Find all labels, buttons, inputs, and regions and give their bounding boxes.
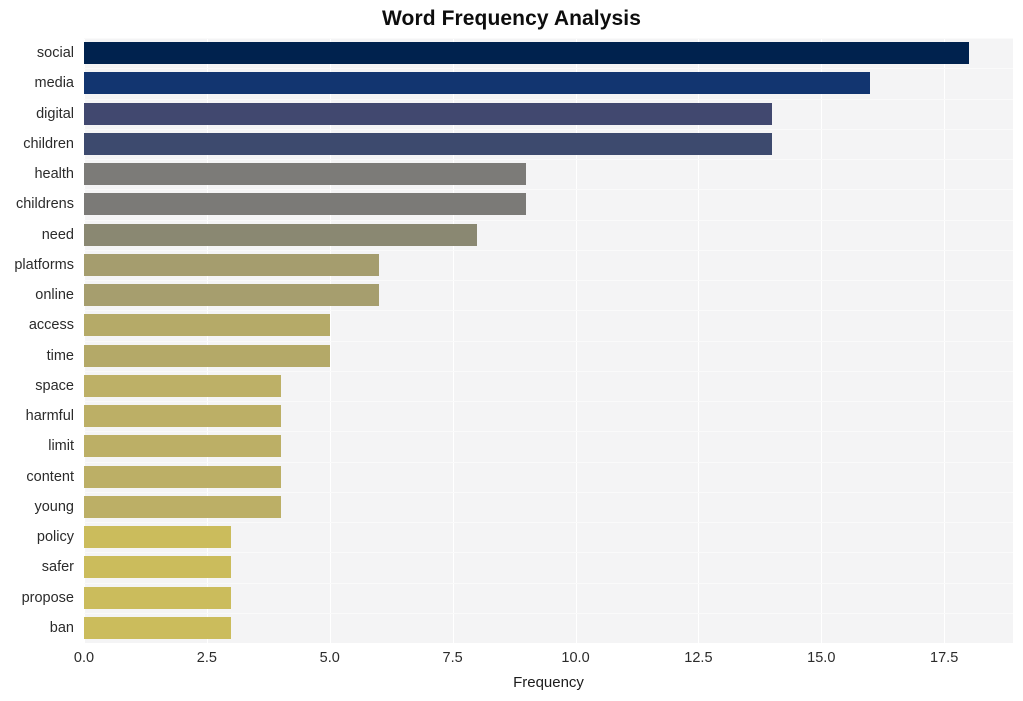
gridline-horizontal xyxy=(84,371,1013,372)
bar-row[interactable] xyxy=(84,465,1013,488)
bar-row[interactable] xyxy=(84,495,1013,518)
y-tick-label: policy xyxy=(36,529,74,546)
y-tick-label: safer xyxy=(41,559,74,576)
gridline-horizontal xyxy=(84,462,1013,463)
bar-row[interactable] xyxy=(84,253,1013,276)
y-tick-label: propose xyxy=(21,589,74,606)
gridline-horizontal xyxy=(84,552,1013,553)
y-tick-label: children xyxy=(23,135,74,152)
bar-row[interactable] xyxy=(84,586,1013,609)
x-axis-title: Frequency xyxy=(513,674,584,691)
bar[interactable] xyxy=(84,344,330,367)
bar-row[interactable] xyxy=(84,405,1013,428)
y-tick-label: content xyxy=(26,468,74,485)
bar-row[interactable] xyxy=(84,193,1013,216)
bar[interactable] xyxy=(84,102,773,125)
x-tick-label: 15.0 xyxy=(807,650,836,666)
bar-row[interactable] xyxy=(84,314,1013,337)
gridline-horizontal xyxy=(84,613,1013,614)
bar-row[interactable] xyxy=(84,132,1013,155)
gridline-horizontal xyxy=(84,250,1013,251)
chart-figure: Word Frequency Analysis social media digit… xyxy=(0,0,1023,701)
y-tick-label: childrens xyxy=(15,196,74,213)
gridline-horizontal xyxy=(84,189,1013,190)
bar[interactable] xyxy=(84,556,232,579)
bar[interactable] xyxy=(84,405,281,428)
bar-row[interactable] xyxy=(84,223,1013,246)
gridline-horizontal xyxy=(84,38,1013,39)
gridline-horizontal xyxy=(84,68,1013,69)
y-tick-label: online xyxy=(35,287,74,304)
x-tick-label: 0.0 xyxy=(73,650,95,666)
x-tick-label: 12.5 xyxy=(684,650,713,666)
x-tick-label: 2.5 xyxy=(196,650,217,666)
bar[interactable] xyxy=(84,284,379,307)
bar[interactable] xyxy=(84,314,330,337)
gridline-horizontal xyxy=(84,220,1013,221)
y-tick-label: health xyxy=(34,166,74,183)
bar-row[interactable] xyxy=(84,526,1013,549)
gridline-horizontal xyxy=(84,522,1013,523)
plot-area xyxy=(84,38,1013,643)
bar[interactable] xyxy=(84,495,281,518)
y-tick-label: space xyxy=(35,377,74,394)
bar[interactable] xyxy=(84,42,969,65)
y-tick-label: young xyxy=(34,498,74,515)
bar[interactable] xyxy=(84,435,281,458)
y-tick-label: digital xyxy=(36,105,74,122)
bar[interactable] xyxy=(84,193,527,216)
bar-row[interactable] xyxy=(84,616,1013,639)
bar-row[interactable] xyxy=(84,284,1013,307)
bar[interactable] xyxy=(84,374,281,397)
x-tick-label: 7.5 xyxy=(442,650,463,666)
bar[interactable] xyxy=(84,72,871,95)
y-tick-label: platforms xyxy=(14,256,74,273)
y-tick-label: harmful xyxy=(25,408,74,425)
bar-row[interactable] xyxy=(84,374,1013,397)
gridline-horizontal xyxy=(84,401,1013,402)
x-tick-label: 5.0 xyxy=(319,650,340,666)
bar[interactable] xyxy=(84,253,379,276)
bar-row[interactable] xyxy=(84,435,1013,458)
bar[interactable] xyxy=(84,223,478,246)
y-tick-label: social xyxy=(36,45,74,62)
gridline-horizontal xyxy=(84,583,1013,584)
bar-row[interactable] xyxy=(84,102,1013,125)
bar[interactable] xyxy=(84,586,232,609)
bar-row[interactable] xyxy=(84,556,1013,579)
y-tick-label: media xyxy=(34,75,75,92)
y-tick-label: need xyxy=(41,226,74,243)
y-tick-label: time xyxy=(46,347,74,364)
gridline-horizontal xyxy=(84,431,1013,432)
gridline-horizontal xyxy=(84,129,1013,130)
gridline-horizontal xyxy=(84,159,1013,160)
bar[interactable] xyxy=(84,526,232,549)
x-tick-label: 10.0 xyxy=(561,650,590,666)
x-tick-label: 17.5 xyxy=(930,650,959,666)
gridline-horizontal xyxy=(84,341,1013,342)
gridline-horizontal xyxy=(84,310,1013,311)
bar[interactable] xyxy=(84,132,773,155)
bar-row[interactable] xyxy=(84,163,1013,186)
bar[interactable] xyxy=(84,616,232,639)
bar-row[interactable] xyxy=(84,42,1013,65)
gridline-horizontal xyxy=(84,99,1013,100)
y-tick-label: access xyxy=(28,317,74,334)
gridline-horizontal xyxy=(84,280,1013,281)
y-tick-label: ban xyxy=(49,619,74,636)
chart-title: Word Frequency Analysis xyxy=(381,7,642,30)
bar-row[interactable] xyxy=(84,344,1013,367)
bar[interactable] xyxy=(84,163,527,186)
y-tick-label: limit xyxy=(48,438,74,455)
gridline-horizontal xyxy=(84,492,1013,493)
bar-row[interactable] xyxy=(84,72,1013,95)
bar[interactable] xyxy=(84,465,281,488)
